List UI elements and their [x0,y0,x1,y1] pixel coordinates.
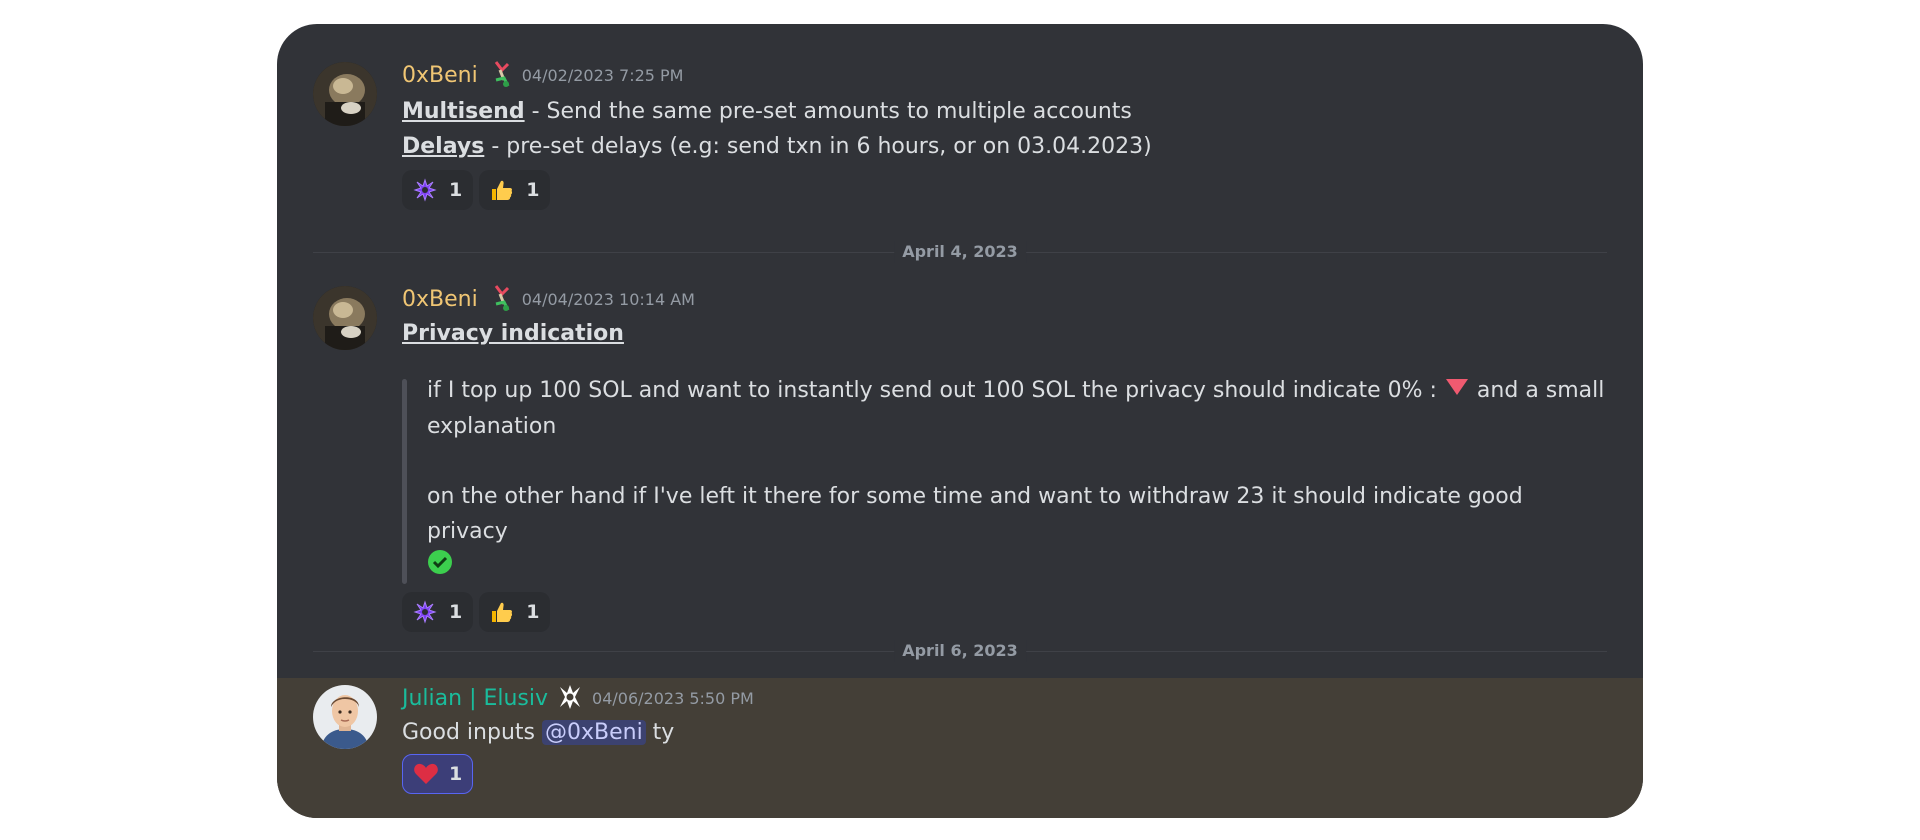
reactions: 1 [402,754,1607,794]
reaction-count: 1 [449,763,463,785]
elusiv-logo-icon [413,178,437,202]
red-triangle-down-icon [1444,374,1470,409]
reaction-elusiv[interactable]: 1 [402,170,474,210]
avatar-julian[interactable] [313,685,377,749]
avatar-0xbeni[interactable] [313,286,377,350]
elusiv-logo-icon [413,599,437,624]
message-text: Good inputs [402,720,542,745]
reactions: 1 1 [402,591,1607,632]
date-divider: April 4, 2023 [313,241,1607,263]
reaction-elusiv[interactable]: 1 [402,591,474,632]
role-icon [486,58,514,90]
message-text: - pre-set delays (e.g: send txn in 6 hou… [484,134,1152,159]
timestamp: 04/02/2023 7:25 PM [521,66,684,85]
check-mark-icon [427,549,453,586]
reaction-count: 1 [449,179,463,201]
privacy-indication-link[interactable]: Privacy indication [402,321,624,346]
delays-link[interactable]: Delays [402,134,484,159]
message-text: ty [645,720,675,745]
multisend-link[interactable]: Multisend [402,99,525,124]
author-name[interactable]: 0xBeni [402,286,478,314]
quote-text: explanation [427,413,557,439]
message-text: - Send the same pre-set amounts to multi… [524,99,1132,124]
reaction-heart[interactable]: 1 [402,754,474,794]
date-divider-label: April 4, 2023 [894,241,1026,263]
avatar-0xbeni[interactable] [313,62,377,126]
chat-panel: 0xBeni 04/02/2023 7:25 PM Multisend - Se… [277,24,1643,818]
elusiv-role-icon [556,681,584,713]
date-divider-label: April 6, 2023 [894,640,1026,662]
quote-text: and a small [1469,378,1605,403]
timestamp: 04/06/2023 5:50 PM [592,689,754,708]
reaction-thumbs-up[interactable]: 1 [479,170,551,210]
blockquote: if I top up 100 SOL and want to instantl… [402,373,1607,586]
quote-text: on the other hand if I've left it there … [427,483,1523,544]
user-mention[interactable]: @0xBeni [541,720,646,745]
thumbs-up-icon [490,178,514,202]
reaction-count: 1 [449,600,463,623]
heart-icon [413,762,438,786]
thumbs-up-icon [490,600,514,624]
reactions: 1 1 [402,170,1607,210]
quote-text: if I top up 100 SOL and want to instantl… [427,378,1437,403]
author-name[interactable]: 0xBeni [402,62,478,90]
reaction-count: 1 [526,179,540,201]
role-icon [486,282,514,314]
author-name[interactable]: Julian | Elusiv [402,685,548,713]
timestamp: 04/04/2023 10:14 AM [521,290,695,309]
reaction-thumbs-up[interactable]: 1 [479,591,551,632]
date-divider: April 6, 2023 [313,640,1607,662]
reaction-count: 1 [526,600,540,623]
